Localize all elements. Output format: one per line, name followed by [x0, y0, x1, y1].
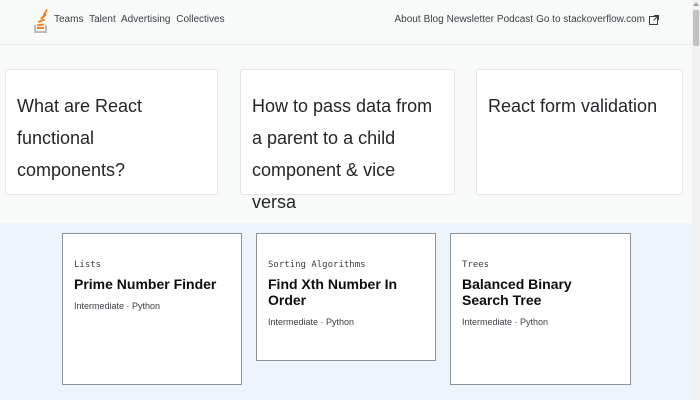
nav-link-teams[interactable]: Teams — [54, 14, 83, 25]
challenge-meta: Intermediate · Python — [462, 317, 549, 327]
question-card[interactable]: React form validation — [476, 69, 683, 195]
stackoverflow-logo-icon[interactable] — [33, 8, 49, 34]
question-cards-section: What are React functional components? Ho… — [0, 45, 692, 223]
page-scrollbar[interactable] — [692, 0, 700, 400]
question-title[interactable]: React form validation — [488, 96, 657, 116]
nav-link-podcast[interactable]: Podcast — [497, 14, 533, 25]
nav-link-collectives[interactable]: Collectives — [176, 14, 224, 25]
scroll-up-arrow-icon[interactable] — [693, 2, 699, 6]
nav-link-newsletter[interactable]: Newsletter — [447, 14, 494, 25]
challenge-title[interactable]: Find Xth Number In Order — [268, 276, 425, 308]
nav-link-advertising[interactable]: Advertising — [121, 14, 170, 25]
nav-link-talent[interactable]: Talent — [89, 14, 116, 25]
external-link-icon[interactable] — [649, 14, 659, 25]
challenge-category: Lists — [74, 260, 102, 270]
challenge-title[interactable]: Balanced Binary Search Tree — [462, 276, 620, 308]
right-nav-links: About Blog Newsletter Podcast Go to stac… — [392, 14, 659, 25]
question-title[interactable]: How to pass data from a parent to a chil… — [252, 96, 432, 212]
question-card[interactable]: What are React functional components? — [5, 69, 218, 195]
question-card[interactable]: How to pass data from a parent to a chil… — [240, 69, 455, 212]
nav-link-blog[interactable]: Blog — [424, 14, 444, 25]
challenge-meta: Intermediate · Python — [74, 301, 161, 311]
challenge-card[interactable]: Sorting Algorithms Find Xth Number In Or… — [256, 233, 436, 361]
challenges-section: Lists Prime Number Finder Intermediate ·… — [0, 223, 692, 400]
scroll-thumb[interactable] — [693, 10, 699, 46]
challenge-title[interactable]: Prime Number Finder — [74, 276, 231, 292]
question-title[interactable]: What are React functional components? — [17, 96, 142, 180]
challenge-category: Trees — [462, 260, 490, 270]
top-navigation: Teams Talent Advertising Collectives Abo… — [0, 0, 692, 45]
challenge-meta: Intermediate · Python — [268, 317, 355, 327]
nav-link-about[interactable]: About — [395, 14, 421, 25]
challenge-card[interactable]: Trees Balanced Binary Search Tree Interm… — [450, 233, 631, 385]
nav-link-stackoverflow[interactable]: Go to stackoverflow.com — [536, 14, 645, 25]
left-nav-links: Teams Talent Advertising Collectives — [54, 14, 228, 25]
challenge-card[interactable]: Lists Prime Number Finder Intermediate ·… — [62, 233, 242, 385]
challenge-category: Sorting Algorithms — [268, 260, 366, 270]
